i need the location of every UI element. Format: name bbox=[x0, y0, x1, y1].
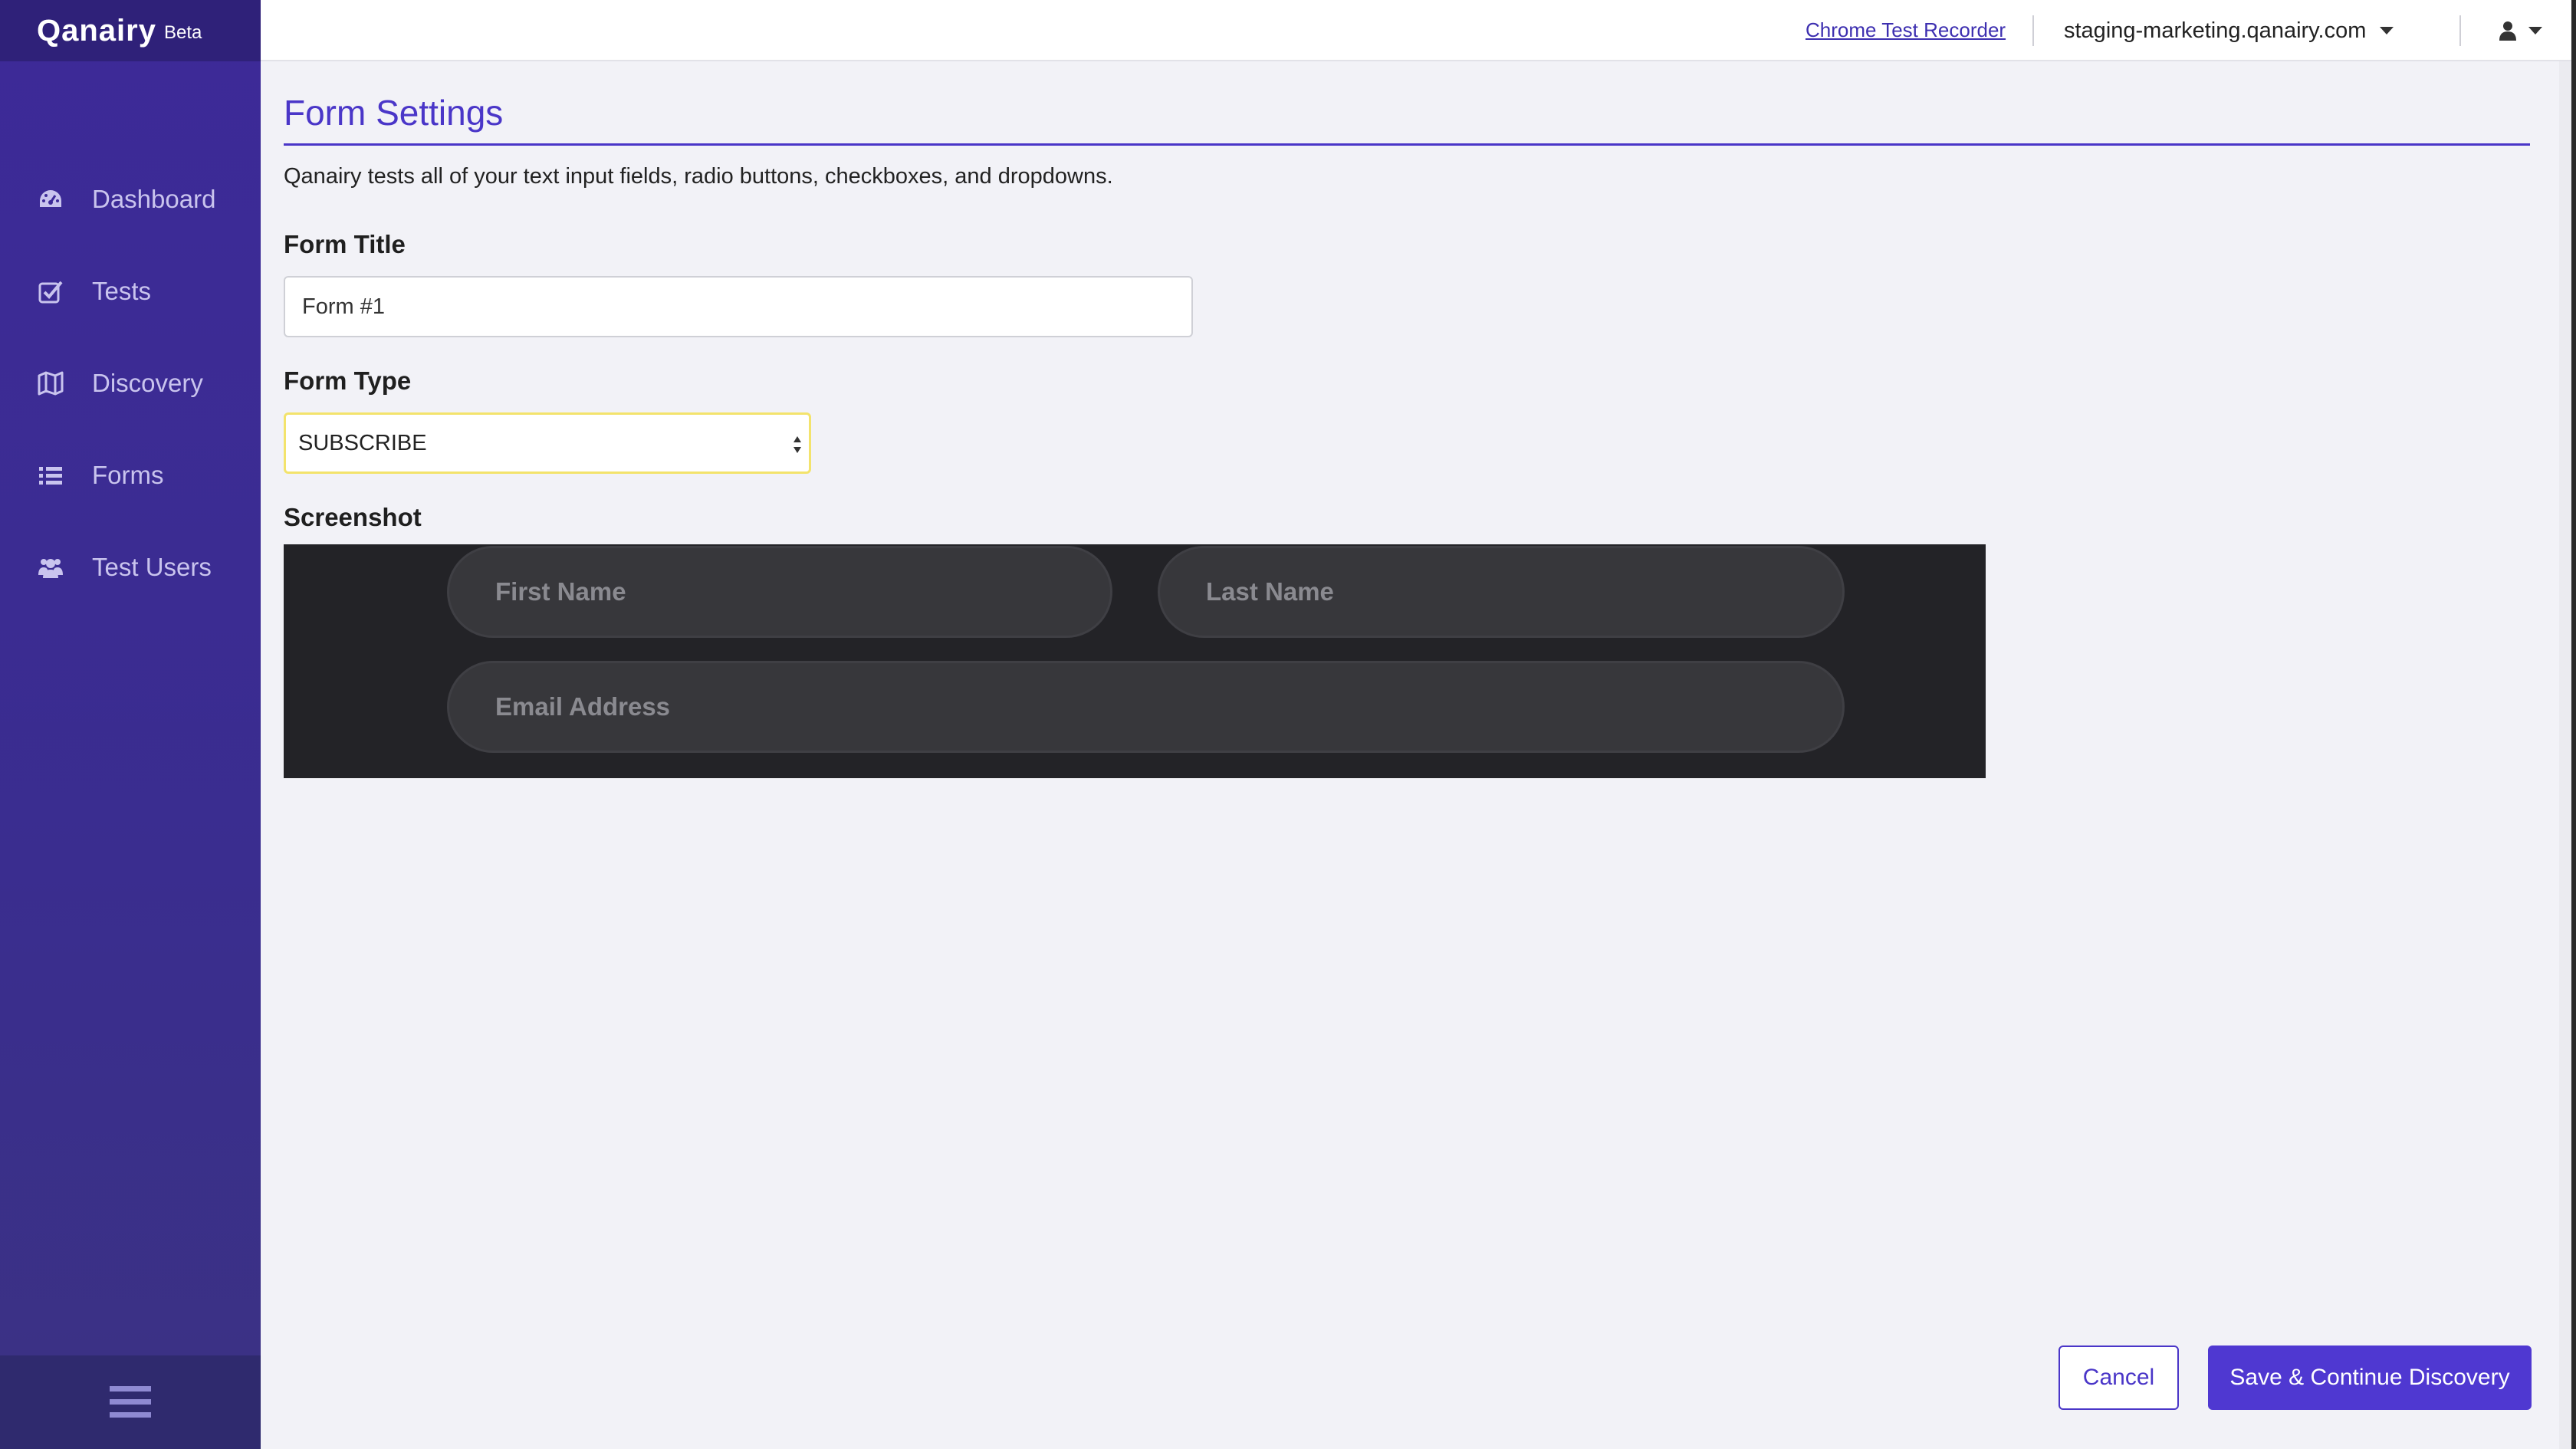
select-arrows-icon bbox=[794, 436, 801, 453]
form-type-select-value: SUBSCRIBE bbox=[298, 430, 427, 455]
list-icon bbox=[39, 467, 62, 485]
form-type-select[interactable]: SUBSCRIBE bbox=[284, 412, 811, 474]
form-type-label: Form Type bbox=[284, 366, 412, 395]
topbar-divider bbox=[2032, 15, 2034, 46]
hamburger-icon bbox=[110, 1386, 151, 1418]
screenshot-field-placeholder: Last Name bbox=[1206, 577, 1334, 606]
topbar-divider bbox=[2459, 15, 2461, 46]
user-menu[interactable] bbox=[2499, 15, 2542, 46]
page-title: Form Settings bbox=[284, 93, 504, 133]
screenshot-first-name-field: First Name bbox=[447, 546, 1112, 638]
cancel-button[interactable]: Cancel bbox=[2058, 1346, 2179, 1410]
map-icon bbox=[38, 371, 64, 396]
form-screenshot: First Name Last Name Email Address bbox=[284, 544, 1986, 778]
domain-selector[interactable]: staging-marketing.qanairy.com bbox=[2064, 15, 2394, 46]
sidebar-nav: Dashboard Tests Discovery Forms Test Use… bbox=[0, 153, 261, 613]
chrome-test-recorder-link[interactable]: Chrome Test Recorder bbox=[1806, 18, 2006, 42]
window-edge bbox=[2571, 0, 2576, 1449]
save-continue-discovery-button[interactable]: Save & Continue Discovery bbox=[2208, 1346, 2532, 1410]
sidebar-item-forms[interactable]: Forms bbox=[0, 429, 261, 521]
sidebar-item-label: Test Users bbox=[92, 553, 212, 581]
title-divider bbox=[284, 143, 2530, 146]
sidebar-item-discovery[interactable]: Discovery bbox=[0, 337, 261, 429]
domain-selector-value: staging-marketing.qanairy.com bbox=[2064, 18, 2367, 43]
screenshot-last-name-field: Last Name bbox=[1158, 546, 1845, 638]
sidebar-item-label: Tests bbox=[92, 277, 152, 305]
intro-text: Qanairy tests all of your text input fie… bbox=[284, 164, 1113, 189]
brand-logo: Qanairy bbox=[37, 13, 156, 48]
sidebar-item-test-users[interactable]: Test Users bbox=[0, 521, 261, 613]
screenshot-email-field: Email Address bbox=[447, 661, 1845, 753]
sidebar-toggle[interactable] bbox=[0, 1355, 261, 1449]
sidebar-item-label: Forms bbox=[92, 461, 164, 489]
beta-badge: Beta bbox=[163, 22, 202, 43]
brand-header[interactable]: Qanairy Beta bbox=[0, 0, 261, 61]
top-bar: Chrome Test Recorder staging-marketing.q… bbox=[261, 0, 2576, 61]
sidebar-item-dashboard[interactable]: Dashboard bbox=[0, 153, 261, 245]
user-icon bbox=[2499, 21, 2516, 41]
form-title-input[interactable] bbox=[284, 276, 1193, 337]
sidebar: Qanairy Beta Dashboard Tests Discovery F… bbox=[0, 0, 261, 1449]
chevron-down-icon bbox=[2528, 27, 2542, 34]
checkbox-icon bbox=[38, 281, 63, 304]
screenshot-field-placeholder: Email Address bbox=[495, 692, 671, 721]
form-title-label: Form Title bbox=[284, 230, 406, 258]
screenshot-label: Screenshot bbox=[284, 503, 422, 531]
chevron-down-icon bbox=[2380, 27, 2394, 34]
users-icon bbox=[38, 559, 63, 578]
sidebar-item-tests[interactable]: Tests bbox=[0, 245, 261, 337]
screenshot-field-placeholder: First Name bbox=[495, 577, 626, 606]
sidebar-item-label: Discovery bbox=[92, 369, 203, 397]
sidebar-item-label: Dashboard bbox=[92, 185, 216, 213]
dashboard-gauge-icon bbox=[40, 190, 61, 207]
